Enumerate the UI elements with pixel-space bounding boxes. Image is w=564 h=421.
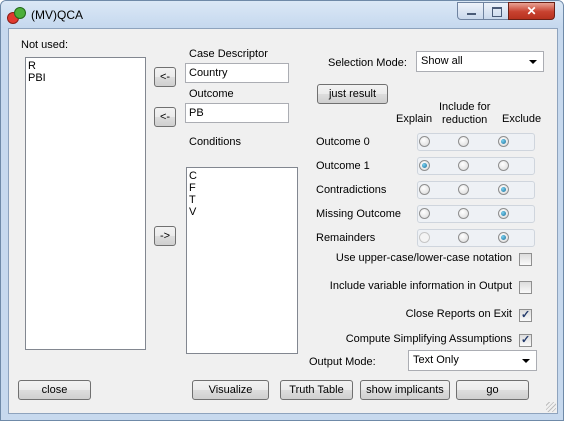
exclude-radio[interactable] xyxy=(498,160,509,171)
not-used-label: Not used: xyxy=(21,39,69,51)
list-item[interactable]: R xyxy=(28,60,143,72)
just-result-button[interactable]: just result xyxy=(317,84,388,104)
option-label: Close Reports on Exit xyxy=(405,308,512,320)
chevron-down-icon xyxy=(522,359,530,363)
maximize-icon xyxy=(492,7,502,17)
row-radio-group xyxy=(417,205,535,223)
option-checkbox[interactable] xyxy=(519,333,532,347)
option-checkbox[interactable] xyxy=(519,253,532,266)
minimize-button[interactable] xyxy=(457,2,484,20)
include-radio[interactable] xyxy=(458,184,469,195)
row-label: Contradictions xyxy=(316,184,387,196)
output-mode-label: Output Mode: xyxy=(309,356,376,368)
row-label: Missing Outcome xyxy=(316,208,401,220)
row-radio-group xyxy=(417,133,535,151)
selection-mode-value: Show all xyxy=(421,55,463,67)
close-icon: ✕ xyxy=(526,4,537,18)
exclude-radio[interactable] xyxy=(498,184,509,195)
option-label: Use upper-case/lower-case notation xyxy=(335,252,512,264)
show-implicants-button[interactable]: show implicants xyxy=(360,380,450,400)
explain-radio[interactable] xyxy=(419,136,430,147)
window-close-button[interactable]: ✕ xyxy=(508,2,555,20)
option-label: Compute Simplifying Assumptions xyxy=(345,333,512,345)
not-used-list[interactable]: R PBI xyxy=(25,57,146,350)
minimize-icon xyxy=(467,13,476,15)
selection-mode-label: Selection Mode: xyxy=(328,57,407,69)
row-label: Remainders xyxy=(316,232,376,244)
dialog-client-area: Not used: R PBI <- <- -> Case Descriptor … xyxy=(8,28,558,414)
truth-table-button[interactable]: Truth Table xyxy=(280,380,353,400)
close-button[interactable]: close xyxy=(18,380,91,400)
resize-grip[interactable] xyxy=(546,402,556,412)
explain-radio[interactable] xyxy=(419,160,430,171)
explain-radio[interactable] xyxy=(419,232,430,243)
row-label: Outcome 1 xyxy=(316,160,370,172)
maximize-button[interactable] xyxy=(483,2,509,20)
move-to-conditions-button[interactable]: -> xyxy=(154,226,176,246)
exclude-column-header: Exclude xyxy=(502,113,542,125)
case-descriptor-field[interactable]: Country xyxy=(185,63,289,83)
list-item[interactable]: V xyxy=(189,206,295,218)
include-radio[interactable] xyxy=(458,136,469,147)
exclude-radio[interactable] xyxy=(498,208,509,219)
row-radio-group xyxy=(417,181,535,199)
list-item[interactable]: T xyxy=(189,194,295,206)
outcome-label: Outcome xyxy=(189,88,234,100)
qca-window: (MV)QCA ✕ Not used: R PBI <- <- -> Case D… xyxy=(0,0,564,421)
app-icon xyxy=(7,7,26,24)
include-column-header: Include for reduction xyxy=(439,101,491,126)
chevron-down-icon xyxy=(529,60,537,64)
exclude-radio[interactable] xyxy=(498,136,509,147)
row-label: Outcome 0 xyxy=(316,136,370,148)
row-radio-group xyxy=(417,229,535,247)
list-item[interactable]: C xyxy=(189,170,295,182)
case-descriptor-label: Case Descriptor xyxy=(189,48,268,60)
include-radio[interactable] xyxy=(458,208,469,219)
visualize-button[interactable]: Visualize xyxy=(192,380,269,400)
exclude-radio[interactable] xyxy=(498,232,509,243)
option-label: Include variable information in Output xyxy=(329,280,512,292)
list-item[interactable]: PBI xyxy=(28,72,143,84)
output-mode-value: Text Only xyxy=(413,354,459,366)
move-to-outcome-button[interactable]: <- xyxy=(154,107,176,127)
option-checkbox[interactable] xyxy=(519,308,532,322)
go-button[interactable]: go xyxy=(456,380,529,400)
conditions-label: Conditions xyxy=(189,136,241,148)
conditions-list[interactable]: CFTV xyxy=(186,167,298,354)
row-radio-group xyxy=(417,157,535,175)
explain-radio[interactable] xyxy=(419,184,430,195)
explain-column-header: Explain xyxy=(396,113,433,125)
include-radio[interactable] xyxy=(458,160,469,171)
list-item[interactable]: F xyxy=(189,182,295,194)
window-title: (MV)QCA xyxy=(31,8,83,22)
explain-radio[interactable] xyxy=(419,208,430,219)
outcome-field[interactable]: PB xyxy=(185,103,289,123)
output-mode-select[interactable]: Text Only xyxy=(408,350,537,371)
selection-mode-select[interactable]: Show all xyxy=(416,51,544,72)
option-checkbox[interactable] xyxy=(519,281,532,294)
move-to-case-descriptor-button[interactable]: <- xyxy=(154,67,176,87)
include-radio[interactable] xyxy=(458,232,469,243)
title-bar[interactable]: (MV)QCA ✕ xyxy=(1,1,563,28)
